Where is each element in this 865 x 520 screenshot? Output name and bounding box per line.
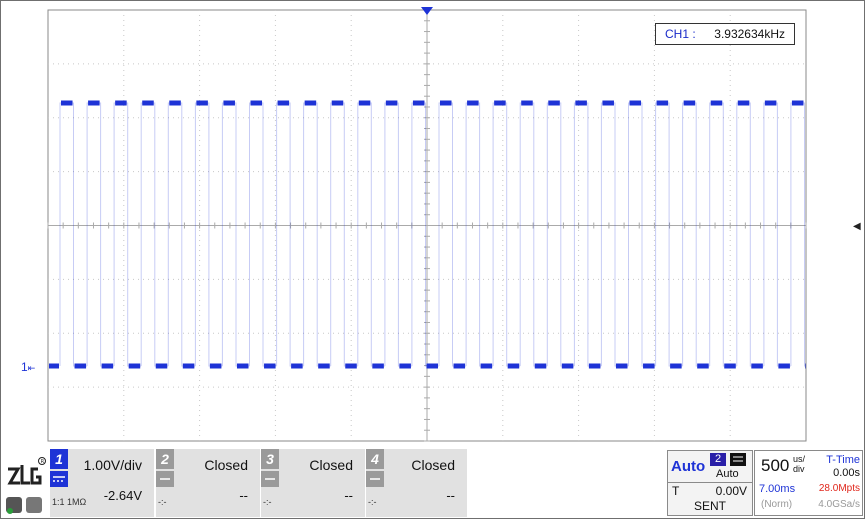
channel-3-coupling-icon <box>261 471 279 487</box>
timebase-delay: 7.00ms <box>759 483 796 495</box>
channel-4-number: 4 <box>366 449 384 469</box>
channel-2-offset: -- <box>239 488 248 503</box>
channel-1-offset-marker[interactable]: 1⇤ <box>21 360 35 374</box>
graticule-grid <box>47 9 807 442</box>
waveform-edges <box>59 102 806 367</box>
memory-depth: 28.0Mpts <box>818 483 860 494</box>
channel-4-probe: -:- <box>368 497 377 507</box>
trigger-position-marker[interactable] <box>421 7 433 15</box>
svg-text:R: R <box>41 459 45 465</box>
channel-1-scale: 1.00V/div <box>83 457 142 473</box>
time-panel[interactable]: T-Time 0.00s 28.0Mpts 4.0GSa/s <box>816 450 863 516</box>
channel-2-probe: -:- <box>158 497 167 507</box>
channel-1-offset: -2.64V <box>103 488 142 503</box>
channel-3-status: Closed <box>309 457 353 473</box>
channel-1-panel[interactable]: 1 1.00V/div -2.64V 1:1 1MΩ <box>50 449 154 517</box>
channel-4-panel[interactable]: 4 Closed -- -:- <box>366 449 467 517</box>
channel-2-panel[interactable]: 2 Closed -- -:- <box>156 449 260 517</box>
channel-4-offset: -- <box>446 488 455 503</box>
measurement-value: 3.932634kHz <box>714 27 785 41</box>
trigger-panel[interactable]: Auto 2 Auto T 0.00V SENT <box>667 450 753 516</box>
channel-4-status: Closed <box>411 457 455 473</box>
trigger-mode: Auto <box>671 458 706 475</box>
channel-2-number: 2 <box>156 449 174 469</box>
measurement-label: CH1 : <box>665 27 696 41</box>
trigger-status: SENT <box>694 499 727 513</box>
trigger-type: T <box>672 484 680 498</box>
channel-2-status: Closed <box>204 457 248 473</box>
sample-rate: 4.0GSa/s <box>818 499 860 510</box>
channel-1-probe: 1:1 1MΩ <box>52 497 87 507</box>
channel-3-offset: -- <box>344 488 353 503</box>
t-time-label: T-Time <box>826 454 860 466</box>
channel-2-coupling-icon <box>156 471 174 487</box>
channel-1-coupling-icon <box>50 471 68 487</box>
channel-1-number: 1 <box>50 449 68 469</box>
trigger-source-number: 2 <box>710 453 726 466</box>
scope-display <box>47 7 807 442</box>
timebase-panel[interactable]: 500 us/ div 7.00ms (Norm) <box>754 450 818 516</box>
trigger-sub-mode: Auto <box>716 468 739 480</box>
channel-3-probe: -:- <box>263 497 272 507</box>
timebase-unit-bottom: div <box>793 464 805 474</box>
side-panel-expand-icon[interactable]: ◀ <box>853 221 861 232</box>
channel-4-coupling-icon <box>366 471 384 487</box>
zlg-logo: R <box>4 455 46 515</box>
measurement-box[interactable]: CH1 : 3.932634kHz <box>655 23 795 45</box>
timebase-unit-top: us/ <box>793 454 806 464</box>
timebase-value: 500 <box>761 456 790 475</box>
zlg-logo-icon: R <box>6 457 46 514</box>
trigger-edge-icon <box>730 453 746 466</box>
channel-3-number: 3 <box>261 449 279 469</box>
channel-3-panel[interactable]: 3 Closed -- -:- <box>261 449 365 517</box>
acquire-mode: (Norm) <box>761 499 793 510</box>
trigger-level: 0.00V <box>715 484 747 498</box>
t-time-value: 0.00s <box>833 467 860 479</box>
